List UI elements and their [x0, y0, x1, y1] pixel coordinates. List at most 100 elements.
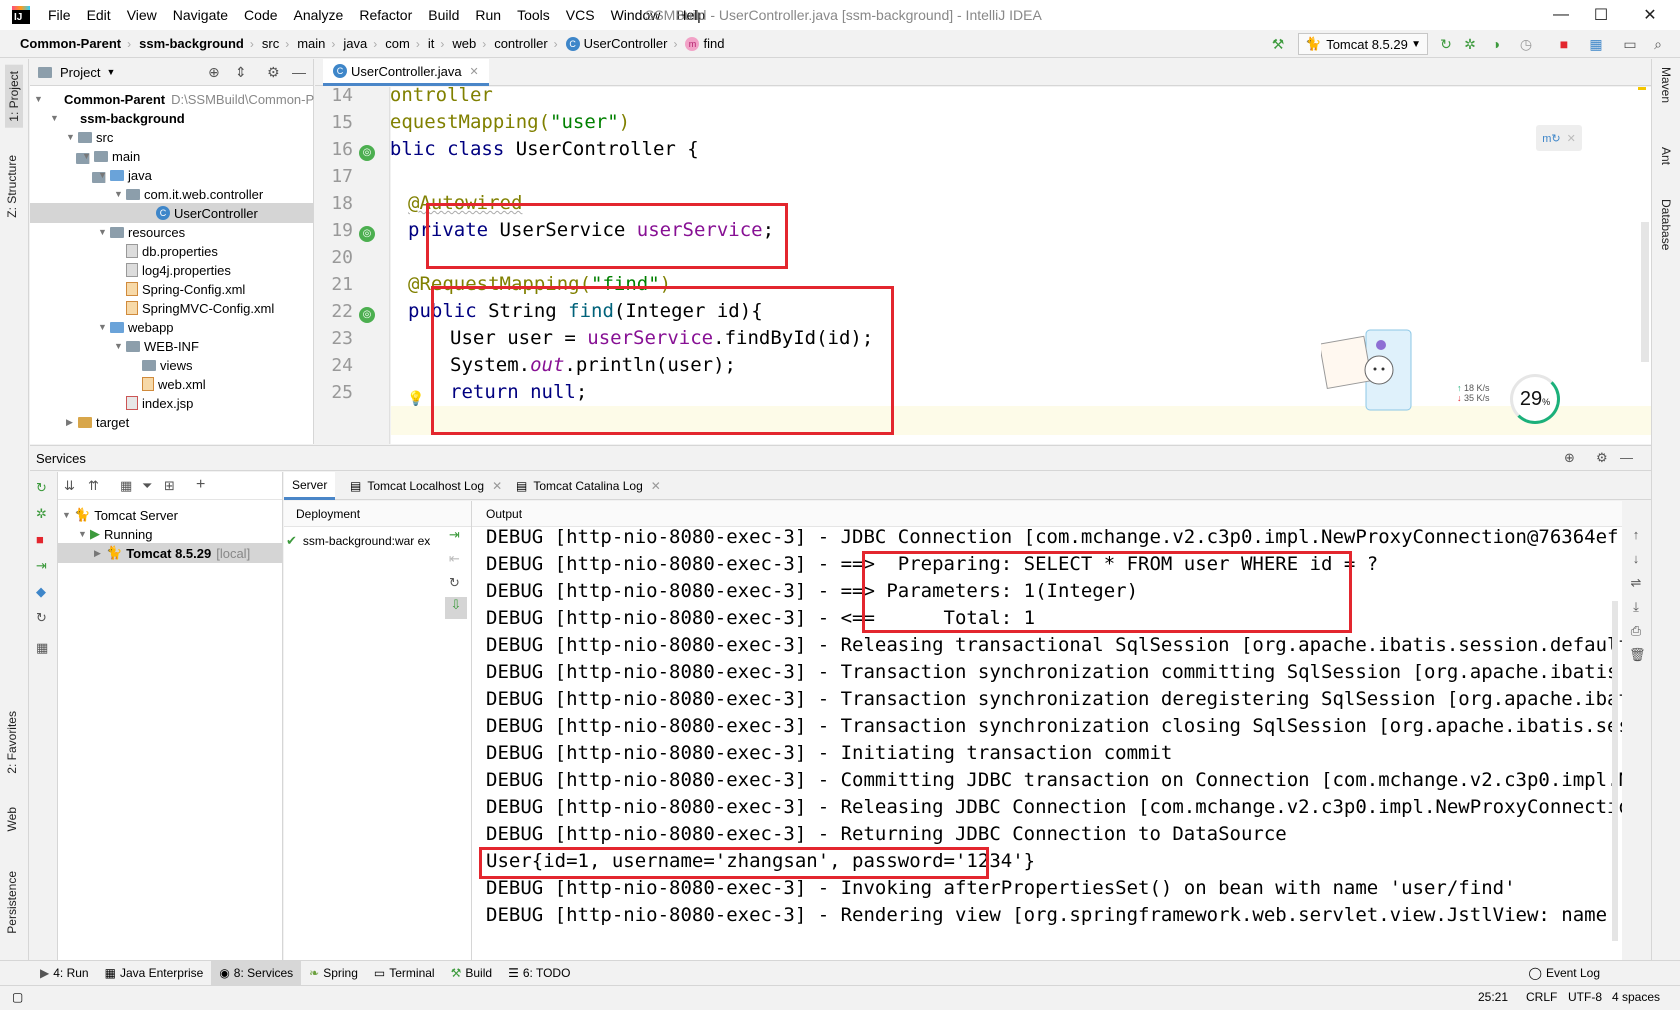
output-console[interactable]: Output DEBUG [http-nio-8080-exec-3] - JD… [472, 501, 1622, 960]
close-tab-icon[interactable]: ✕ [470, 65, 479, 78]
toolwindow-java-enterprise[interactable]: ▦ Java Enterprise [97, 961, 212, 986]
menu-refactor[interactable]: Refactor [351, 0, 420, 30]
menu-file[interactable]: File [40, 0, 79, 30]
toolwindow-build[interactable]: ⚒ Build [443, 961, 500, 986]
print-icon[interactable]: ⎙ [1629, 623, 1643, 639]
tab-usercontroller[interactable]: C UserController.java ✕ [323, 59, 489, 86]
filter-icon[interactable]: ⏷ [142, 478, 152, 494]
maven-reload-icon[interactable]: m↻ ✕ [1536, 125, 1582, 151]
menu-navigate[interactable]: Navigate [165, 0, 236, 30]
breadcrumb-item[interactable]: ssm-background [133, 36, 248, 51]
build-hammer-icon[interactable]: ⚒ [1268, 34, 1288, 54]
tree-item-root[interactable]: ▼ Common-Parent D:\SSMBuild\Common-P [34, 89, 314, 164]
rerun-icon[interactable]: ↻ [1436, 34, 1456, 54]
toolwindow-services[interactable]: ◉ 8: Services [211, 960, 302, 986]
menu-build[interactable]: Build [420, 0, 467, 30]
chevron-down-icon[interactable]: ▼ [106, 67, 115, 77]
close-tab-icon[interactable]: ✕ [492, 479, 502, 493]
inspection-warning-icon[interactable] [1638, 87, 1646, 90]
tab-catalina-log[interactable]: ▤ Tomcat Catalina Log ✕ [508, 472, 669, 500]
tree-item[interactable]: db.properties [126, 241, 218, 261]
download-icon[interactable]: ⇩ [445, 597, 467, 619]
maximize-icon[interactable]: ☐ [1581, 0, 1621, 30]
undeploy-icon[interactable]: ⇤ [449, 551, 460, 567]
breadcrumb-item[interactable]: it [422, 36, 439, 51]
spring-bean-icon[interactable]: ◎ [359, 226, 375, 242]
coverage-icon[interactable]: ◑ [1486, 34, 1506, 54]
profile-icon[interactable]: ◷ [1516, 34, 1536, 54]
breadcrumb-item[interactable]: controller [488, 36, 551, 51]
collapse-all-icon[interactable]: ⇕ [235, 64, 247, 81]
tree-item-selected[interactable]: ▶ 🐈 Tomcat 8.5.29 [local] [58, 543, 282, 563]
menu-tools[interactable]: Tools [509, 0, 558, 30]
soft-wrap-icon[interactable]: ⇌ [1629, 575, 1643, 591]
breadcrumb-item[interactable]: java [337, 36, 371, 51]
menu-code[interactable]: Code [236, 0, 285, 30]
output-scrollbar[interactable] [1612, 601, 1618, 941]
deploy-icon[interactable]: ⇥ [449, 527, 460, 543]
breadcrumb-item[interactable]: com [379, 36, 414, 51]
breadcrumb-item[interactable]: main [291, 36, 329, 51]
indent-setting[interactable]: 4 spaces [1612, 990, 1660, 1004]
caret-position[interactable]: 25:21 [1478, 990, 1508, 1004]
toolwindow-event-log[interactable]: ◯ Event Log [1521, 961, 1608, 986]
file-encoding[interactable]: UTF-8 [1568, 990, 1602, 1004]
hide-icon[interactable]: — [1620, 450, 1633, 465]
tab-database[interactable]: Database [1659, 199, 1673, 250]
tree-item[interactable]: ▼ java [98, 165, 152, 185]
tab-persistence[interactable]: Persistence [5, 871, 19, 934]
debug-icon[interactable]: ✲ [36, 506, 47, 522]
tree-item[interactable]: views [142, 355, 193, 375]
layout-icon[interactable]: ▭ [1620, 34, 1640, 54]
breadcrumb-method[interactable]: m find [679, 36, 728, 51]
toolwindow-run[interactable]: ▶ 4: Run [32, 961, 97, 986]
layout-icon[interactable]: ▦ [36, 640, 48, 656]
tab-favorites[interactable]: 2: Favorites [5, 711, 19, 774]
deployment-item[interactable]: ✔ ssm-background:war ex [286, 531, 446, 551]
hide-icon[interactable]: — [292, 64, 306, 80]
collapse-all-icon[interactable]: ⇈ [88, 478, 99, 494]
locate-icon[interactable]: ⊕ [208, 64, 220, 81]
group-icon[interactable]: ▦ [120, 478, 132, 494]
add-icon[interactable]: + [196, 476, 205, 494]
refresh-icon[interactable]: ↻ [449, 575, 460, 591]
scroll-to-end-icon[interactable]: ⤓ [1629, 599, 1643, 615]
globe-icon[interactable]: ⊕ [1564, 450, 1575, 466]
gear-icon[interactable]: ⚙ [1596, 450, 1608, 466]
toolwindow-spring[interactable]: ❧ Spring [301, 961, 366, 986]
tab-ant[interactable]: Ant [1659, 147, 1673, 165]
menu-view[interactable]: View [119, 0, 165, 30]
tree-item[interactable]: ▼ ▶ Running [78, 524, 152, 544]
deploy-icon[interactable]: ⇥ [36, 558, 47, 574]
tab-structure[interactable]: Z: Structure [5, 155, 19, 218]
project-structure-icon[interactable]: ▦ [1586, 34, 1606, 54]
tree-item[interactable]: ▼ webapp [98, 317, 174, 337]
run-configuration-select[interactable]: 🐈 Tomcat 8.5.29 ▼ [1298, 33, 1428, 55]
menu-vcs[interactable]: VCS [558, 0, 603, 30]
close-tab-icon[interactable]: ✕ [651, 479, 661, 493]
spring-bean-icon[interactable]: ◎ [359, 145, 375, 161]
line-separator[interactable]: CRLF [1526, 990, 1557, 1004]
breadcrumb-item[interactable]: web [446, 36, 480, 51]
gear-icon[interactable]: ⚙ [267, 64, 280, 81]
tree-item[interactable]: ▼ resources [98, 222, 185, 242]
editor-scrollbar[interactable] [1641, 222, 1649, 362]
tree-item[interactable]: log4j.properties [126, 260, 231, 280]
rerun-icon[interactable]: ↻ [36, 480, 47, 496]
tab-web[interactable]: Web [5, 807, 19, 831]
breadcrumb-item[interactable]: src [256, 36, 283, 51]
refresh-icon[interactable]: ↻ [36, 610, 47, 626]
tree-item[interactable]: Spring-Config.xml [126, 279, 245, 299]
breadcrumb-class[interactable]: C UserController [560, 36, 672, 51]
search-icon[interactable]: ⌕ [1648, 34, 1668, 54]
tab-maven[interactable]: Maven [1659, 67, 1673, 103]
stop-icon[interactable]: ■ [36, 532, 44, 547]
artifacts-icon[interactable]: ◆ [36, 584, 46, 600]
tree-item[interactable]: ▶ target [66, 412, 129, 432]
tree-item[interactable]: ▼ main [82, 146, 140, 166]
arrow-up-icon[interactable]: ↑ [1629, 527, 1643, 542]
trash-icon[interactable]: 🗑 [1629, 647, 1646, 663]
tree-item[interactable]: ▼ src [66, 127, 113, 147]
project-view-select[interactable]: Project [60, 65, 100, 80]
lightbulb-icon[interactable]: 💡 [407, 390, 424, 407]
